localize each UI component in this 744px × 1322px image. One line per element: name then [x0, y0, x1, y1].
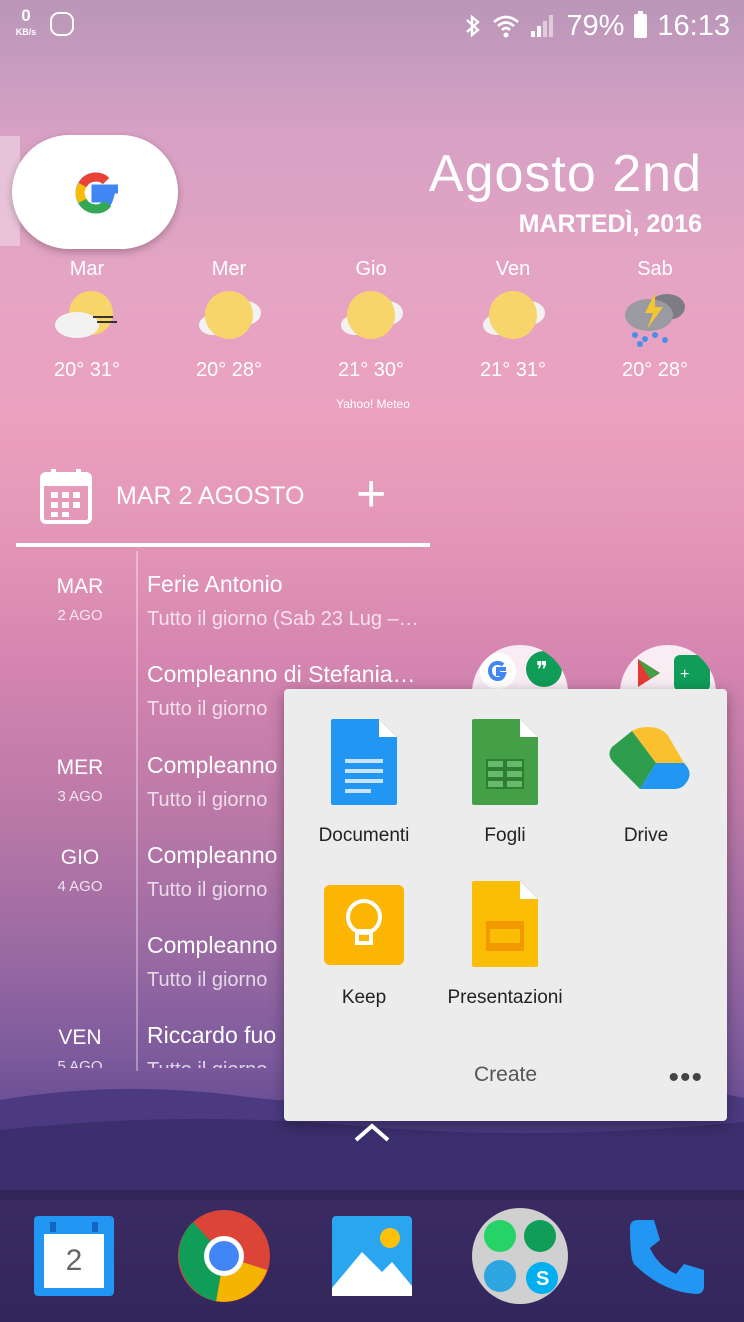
app-keep[interactable]: Keep [294, 879, 434, 1009]
google-logo-icon [75, 172, 118, 214]
weather-day-label: Ven [495, 258, 531, 280]
drive-icon [606, 717, 690, 817]
calendar-day-date: 3 AGO [57, 788, 103, 805]
weather-day-label: Mer [211, 258, 247, 280]
calendar-day-name: VEN [58, 1026, 102, 1049]
weather-day-2[interactable]: Gio 21° 30° [316, 258, 426, 382]
chrome-icon[interactable] [178, 1210, 270, 1307]
chat-notification-icon [50, 12, 74, 36]
event-title: Compleanno di Stefania… [147, 661, 416, 687]
app-label: Documenti [318, 825, 410, 846]
svg-text:+: + [680, 666, 689, 683]
calendar-icon[interactable] [40, 468, 92, 524]
network-speed-unit: KB/s [15, 27, 37, 37]
docs-icon [324, 717, 404, 817]
calendar-day-label: MAR 2 AGO [40, 575, 120, 624]
weather-day-label: Mar [69, 258, 105, 280]
calendar-day-date: 2 AGO [57, 607, 103, 624]
app-label: Presentazioni [447, 987, 563, 1008]
partly-cloudy-icon [189, 287, 269, 349]
partly-cloudy-icon [331, 287, 411, 349]
app-docs[interactable]: Documenti [294, 717, 434, 847]
slides-icon [465, 879, 545, 979]
event-title: Ferie Antonio [147, 571, 283, 597]
sheets-icon [465, 717, 545, 817]
status-bar: 0 KB/s 79% 16:13 [0, 0, 744, 52]
partly-cloudy-windy-icon [47, 287, 127, 349]
calendar-day-label: MER 3 AGO [40, 756, 120, 805]
calendar-day-name: MER [56, 756, 104, 779]
network-speed-value: 0 [21, 6, 31, 25]
weather-day-4[interactable]: Sab 20° 28° [600, 258, 710, 382]
weather-day-0[interactable]: Mar 20° 31° [32, 258, 142, 382]
calendar-day-name: MAR [56, 575, 104, 598]
weekday-year: MARTEDÌ, 2016 [518, 210, 702, 238]
svg-text:❞: ❞ [536, 657, 548, 682]
calendar-day-date: 4 AGO [57, 878, 103, 895]
battery-percent: 79% [566, 9, 625, 42]
folder-name[interactable]: Create [284, 1063, 727, 1087]
app-label: Drive [623, 825, 669, 846]
signal-icon [531, 15, 554, 37]
calendar-event[interactable]: Ferie Antonio Tutto il giorno (Sab 23 Lug… [147, 571, 437, 631]
calendar-title[interactable]: MAR 2 AGOSTO [116, 482, 304, 511]
app-label: Fogli [484, 825, 526, 846]
weather-temps: 20° 28° [621, 359, 689, 381]
bluetooth-icon [466, 14, 481, 38]
date-headline: Agosto 2nd [428, 145, 702, 203]
google-search-button[interactable] [12, 135, 178, 249]
more-options-icon[interactable]: ••• [668, 1063, 703, 1093]
calendar-day-number: 2 [65, 1244, 83, 1277]
svg-text:S: S [536, 1268, 549, 1290]
app-slides[interactable]: Presentazioni [435, 879, 575, 1009]
network-speed: 0 KB/s [10, 6, 42, 40]
weather-day-label: Sab [637, 258, 673, 280]
calendar-divider [136, 551, 138, 1071]
weather-day-3[interactable]: Ven 21° 31° [458, 258, 568, 382]
add-event-button[interactable]: + [356, 468, 386, 520]
status-icons: 79% 16:13 [464, 6, 730, 46]
weather-temps: 20° 31° [53, 359, 121, 381]
weather-temps: 20° 28° [195, 359, 263, 381]
calendar-day-label: GIO 4 AGO [40, 846, 120, 895]
battery-icon [634, 11, 648, 38]
partly-cloudy-icon [473, 287, 553, 349]
folder-popup: Documenti Fogli Drive Keep Presentazioni… [284, 689, 727, 1121]
weather-source: Yahoo! Meteo [336, 397, 410, 411]
app-label: Keep [341, 987, 387, 1008]
keep-icon [324, 879, 404, 979]
weather-day-label: Gio [355, 258, 387, 280]
gallery-icon[interactable] [332, 1216, 412, 1301]
chevron-up-icon[interactable] [352, 1120, 392, 1144]
messaging-folder-icon[interactable]: S [472, 1208, 568, 1304]
app-sheets[interactable]: Fogli [435, 717, 575, 847]
weather-temps: 21° 31° [479, 359, 547, 381]
event-subtitle: Tutto il giorno (Sab 23 Lug –… [147, 608, 419, 630]
app-drive[interactable]: Drive [576, 717, 716, 847]
thunderstorm-icon [615, 287, 695, 349]
wifi-icon [493, 15, 520, 38]
clock: 16:13 [657, 9, 730, 42]
phone-icon[interactable] [626, 1214, 710, 1303]
weather-temps: 21° 30° [337, 359, 405, 381]
calendar-icon[interactable]: 2 [34, 1216, 114, 1296]
weather-day-1[interactable]: Mer 20° 28° [174, 258, 284, 382]
calendar-day-name: GIO [60, 846, 100, 869]
